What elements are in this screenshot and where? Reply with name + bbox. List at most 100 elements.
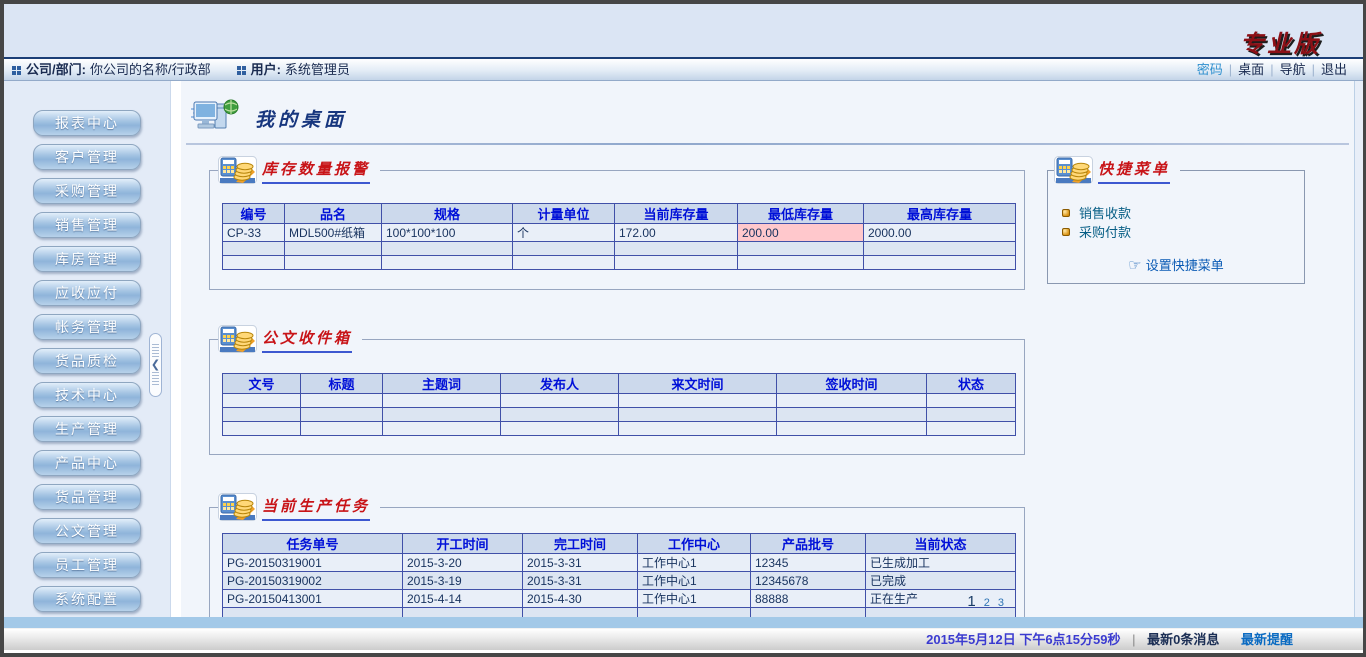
sidebar-item-employee-mgmt[interactable]: 员工管理 [33,552,141,578]
sidebar-item-accounting-mgmt[interactable]: 帐务管理 [33,314,141,340]
page-2-link[interactable]: 2 [984,597,990,609]
sidebar-item-system-config[interactable]: 系统配置 [33,586,141,612]
production-row[interactable]: PG-20150413001 2015-4-14 2015-4-30 工作中心1… [223,590,1016,608]
column-header: 任务单号 [223,534,403,554]
table-cell [619,422,777,436]
top-banner: 专业版 [4,4,1363,57]
page-1-current[interactable]: 1 [967,593,975,610]
table-cell [615,256,738,270]
company-label: 公司/部门: [26,59,86,80]
quick-item-label: 销售收款 [1079,203,1131,222]
latest-messages-link[interactable]: 最新0条消息 [1147,632,1219,647]
sidebar-item-production-mgmt[interactable]: 生产管理 [33,416,141,442]
table-cell: 2015-4-30 [523,590,638,608]
set-quick-menu-label: 设置快捷菜单 [1146,258,1224,273]
sidebar-item-sales-mgmt[interactable]: 销售管理 [33,212,141,238]
chevron-left-icon: ❮ [151,360,160,370]
pointing-hand-icon: ☞ [1128,257,1141,274]
calculator-coins-icon [218,491,258,523]
bullet-icon [1062,228,1070,236]
app-window: 专业版 公司/部门: 你公司的名称/行政部 用户: 系统管理员 密码 | 桌面 … [0,0,1366,657]
table-cell: 88888 [751,590,866,608]
page-title: 我的桌面 [255,105,347,132]
sidebar-item-report-center[interactable]: 报表中心 [33,110,141,136]
horizontal-scrollbar[interactable] [4,617,1363,628]
inventory-alert-panel: 库存数量报警 编号 品名 规格 计量单位 当前库存量 最低库存量 最高库存量 C… [209,170,1025,290]
table-cell: 172.00 [615,224,738,242]
docs-empty-row [223,394,1016,408]
table-cell [383,408,501,422]
table-cell: CP-33 [223,224,285,242]
status-datetime: 2015年5月12日 下午6点15分59秒 [926,632,1120,647]
set-quick-menu-link[interactable]: ☞ 设置快捷菜单 [1048,255,1304,274]
production-row[interactable]: PG-20150319002 2015-3-19 2015-3-31 工作中心1… [223,572,1016,590]
inventory-row[interactable]: CP-33 MDL500#纸箱 100*100*100 个 172.00 200… [223,224,1016,242]
sidebar-item-quality-inspection[interactable]: 货品质检 [33,348,141,374]
table-cell [927,422,1016,436]
table-cell [501,394,619,408]
production-row[interactable]: PG-20150319001 2015-3-20 2015-3-31 工作中心1… [223,554,1016,572]
table-cell [864,242,1016,256]
column-header: 主题词 [383,374,501,394]
sidebar-item-product-center[interactable]: 产品中心 [33,450,141,476]
table-cell [383,422,501,436]
table-cell [223,408,301,422]
table-cell [223,422,301,436]
quick-item-sales-receipt[interactable]: 销售收款 [1062,203,1131,222]
sidebar-item-purchase-mgmt[interactable]: 采购管理 [33,178,141,204]
table-cell [513,256,615,270]
bullet-icon [1062,209,1070,217]
table-cell: 工作中心1 [638,572,751,590]
desktop-link[interactable]: 桌面 [1232,59,1270,80]
quick-item-purchase-payment[interactable]: 采购付款 [1062,222,1131,241]
bottom-strip [4,650,1363,653]
document-inbox-panel: 公文收件箱 文号 标题 主题词 发布人 来文时间 签收时间 状态 [209,339,1025,455]
calculator-coins-icon [218,154,258,186]
logout-link[interactable]: 退出 [1315,59,1353,80]
sidebar-item-receivable-payable[interactable]: 应收应付 [33,280,141,306]
edition-logo: 专业版 [1240,24,1321,59]
table-cell [777,408,927,422]
table-cell [615,242,738,256]
column-header: 产品批号 [751,534,866,554]
table-cell [285,242,382,256]
table-cell: 2015-4-14 [403,590,523,608]
sidebar-item-tech-center[interactable]: 技术中心 [33,382,141,408]
quick-item-label: 采购付款 [1079,222,1131,241]
vertical-scrollbar[interactable] [1354,81,1363,617]
column-header: 开工时间 [403,534,523,554]
table-cell [927,408,1016,422]
column-header: 最高库存量 [864,204,1016,224]
column-header: 完工时间 [523,534,638,554]
table-cell [523,608,638,618]
navigation-link[interactable]: 导航 [1274,59,1312,80]
table-cell [285,256,382,270]
table-cell [383,394,501,408]
docs-empty-row [223,408,1016,422]
page-3-link[interactable]: 3 [998,597,1004,609]
table-cell: 2000.00 [864,224,1016,242]
sidebar-item-warehouse-mgmt[interactable]: 库房管理 [33,246,141,272]
sidebar-item-document-mgmt[interactable]: 公文管理 [33,518,141,544]
column-header: 标题 [301,374,383,394]
table-cell: PG-20150413001 [223,590,403,608]
docs-panel-badge: 公文收件箱 [218,323,362,357]
latest-reminder-link[interactable]: 最新提醒 [1241,632,1293,647]
table-cell [927,394,1016,408]
inventory-panel-title: 库存数量报警 [262,158,370,184]
separator: | [1132,632,1135,647]
password-link[interactable]: 密码 [1191,59,1229,80]
sidebar-item-goods-mgmt[interactable]: 货品管理 [33,484,141,510]
topbar-links: 密码 | 桌面 | 导航 | 退出 [1191,59,1353,80]
sidebar-collapse-handle[interactable]: ❮ [149,333,162,397]
production-panel-badge: 当前生产任务 [218,491,380,525]
grip-dots [152,372,159,386]
column-header: 计量单位 [513,204,615,224]
sidebar-item-customer-mgmt[interactable]: 客户管理 [33,144,141,170]
column-header: 发布人 [501,374,619,394]
table-cell [619,394,777,408]
table-cell: PG-20150319002 [223,572,403,590]
user-value: 系统管理员 [285,59,350,80]
table-cell [638,608,751,618]
table-cell: 100*100*100 [382,224,513,242]
